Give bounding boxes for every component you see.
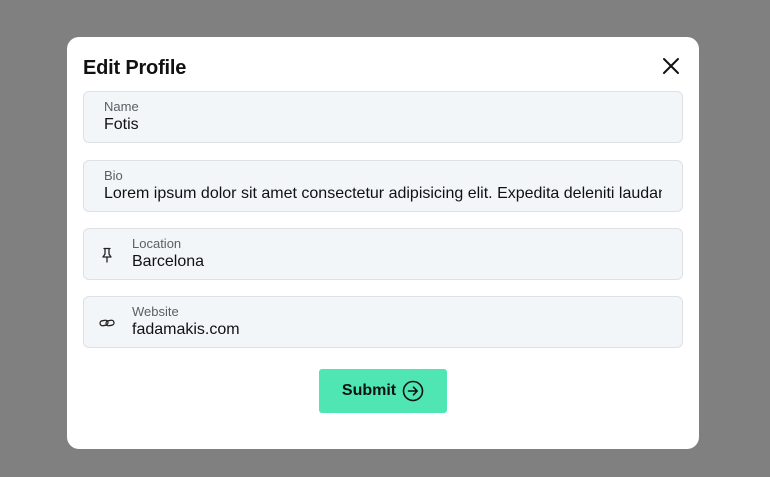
modal-backdrop[interactable]: Edit Profile Name Fotis Bio Lorem ipsum … [0, 0, 770, 477]
location-label: Location [132, 236, 182, 251]
name-field[interactable]: Name Fotis [83, 91, 683, 143]
submit-label: Submit [341, 382, 397, 399]
bio-field[interactable]: Bio Lorem ipsum dolor sit amet consectet… [83, 160, 683, 212]
website-label: Website [132, 304, 179, 319]
bio-input[interactable]: Lorem ipsum dolor sit amet consectetur a… [104, 185, 662, 203]
submit-button[interactable]: Submit [319, 369, 447, 413]
close-icon [663, 58, 679, 74]
arrow-right-circle-icon [402, 380, 424, 402]
location-field[interactable]: Location Barcelona [83, 228, 683, 280]
link-icon [98, 314, 116, 332]
edit-profile-modal: Edit Profile Name Fotis Bio Lorem ipsum … [67, 37, 699, 449]
close-button[interactable] [659, 54, 683, 78]
location-input[interactable]: Barcelona [132, 253, 662, 271]
modal-title: Edit Profile [83, 57, 187, 79]
website-field[interactable]: Website fadamakis.com [83, 296, 683, 348]
name-input[interactable]: Fotis [104, 116, 662, 134]
pin-icon [98, 246, 116, 264]
website-input[interactable]: fadamakis.com [132, 321, 662, 339]
bio-label: Bio [104, 168, 123, 183]
name-label: Name [104, 99, 139, 114]
